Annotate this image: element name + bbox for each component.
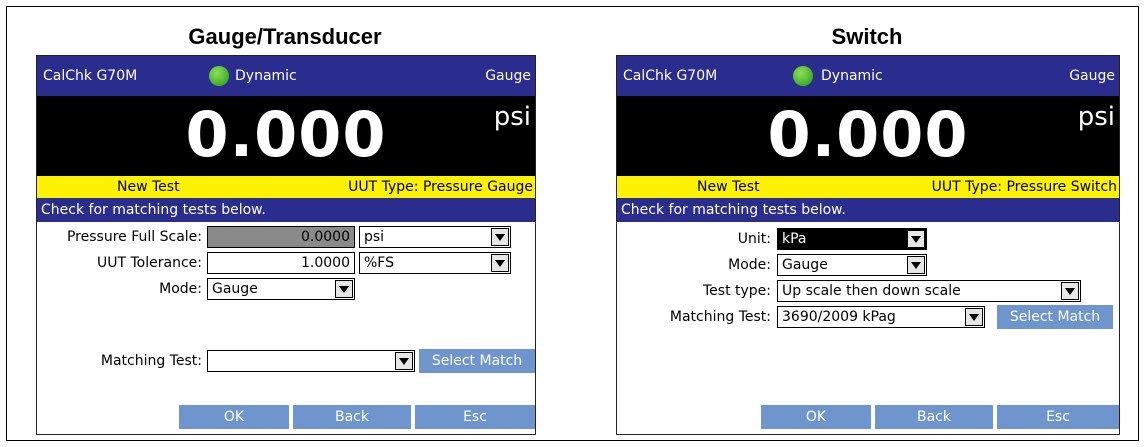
pressure-unit-value: psi xyxy=(364,229,385,245)
form-area: Unit: kPa Mode: Gauge Test type: Up scal… xyxy=(617,222,1119,434)
test-type-label: Test type: xyxy=(702,283,771,299)
dropdown-arrow-icon[interactable] xyxy=(965,308,983,326)
test-status-bar: New Test UUT Type: Pressure Switch xyxy=(617,176,1119,198)
mode-select[interactable]: Gauge xyxy=(777,254,927,276)
new-test-label: New Test xyxy=(117,179,180,195)
status-text: Dynamic xyxy=(235,68,297,84)
dropdown-arrow-icon[interactable] xyxy=(335,280,353,298)
uut-type-label: UUT Type: Pressure Gauge xyxy=(348,179,533,195)
new-test-label: New Test xyxy=(697,179,760,195)
pressure-reading: 0.000 xyxy=(767,98,969,171)
pressure-reading: 0.000 xyxy=(185,98,387,171)
test-type-value: Up scale then down scale xyxy=(782,283,961,299)
unit-select[interactable]: kPa xyxy=(777,228,927,250)
ok-button[interactable]: OK xyxy=(761,405,871,429)
pressure-full-scale-label: Pressure Full Scale: xyxy=(66,229,202,245)
unit-value: kPa xyxy=(782,231,807,247)
tolerance-unit-select[interactable]: %FS xyxy=(359,252,511,274)
select-match-button[interactable]: Select Match xyxy=(997,305,1113,329)
info-bar: Check for matching tests below. xyxy=(37,198,535,222)
pressure-unit-select[interactable]: psi xyxy=(359,226,511,248)
left-panel-heading: Gauge/Transducer xyxy=(188,24,382,49)
esc-button[interactable]: Esc xyxy=(415,405,535,429)
select-match-button[interactable]: Select Match xyxy=(419,349,535,373)
status-text: Dynamic xyxy=(821,68,883,84)
dropdown-arrow-icon[interactable] xyxy=(907,256,925,274)
dropdown-arrow-icon[interactable] xyxy=(907,230,925,248)
mode-select[interactable]: Gauge xyxy=(207,278,355,300)
back-button[interactable]: Back xyxy=(875,405,993,429)
info-text: Check for matching tests below. xyxy=(621,202,846,218)
matching-test-value: 3690/2009 kPag xyxy=(782,309,896,325)
uut-type-label: UUT Type: Pressure Switch xyxy=(931,179,1117,195)
matching-test-select[interactable] xyxy=(207,350,415,372)
esc-button[interactable]: Esc xyxy=(997,405,1119,429)
mode-value: Gauge xyxy=(782,257,828,273)
device-name: CalChk G70M xyxy=(623,68,718,84)
back-button[interactable]: Back xyxy=(293,405,411,429)
matching-test-select[interactable]: 3690/2009 kPag xyxy=(777,306,985,328)
pressure-full-scale-field[interactable]: 0.0000 xyxy=(207,226,355,248)
test-type-select[interactable]: Up scale then down scale xyxy=(777,280,1081,302)
reading-unit: psi xyxy=(493,102,531,132)
status-dot-icon xyxy=(209,66,229,86)
uut-tolerance-field[interactable]: 1.0000 xyxy=(207,252,355,274)
dropdown-arrow-icon[interactable] xyxy=(491,228,509,246)
mode-label: Mode: xyxy=(159,281,202,297)
tolerance-unit-value: %FS xyxy=(364,255,394,271)
ok-button[interactable]: OK xyxy=(179,405,289,429)
status-dot-icon xyxy=(793,66,813,86)
info-text: Check for matching tests below. xyxy=(41,202,266,218)
matching-test-label: Matching Test: xyxy=(100,353,202,369)
form-area: Pressure Full Scale: 0.0000 psi UUT Tole… xyxy=(37,222,535,434)
uut-tolerance-label: UUT Tolerance: xyxy=(97,255,202,271)
device-name: CalChk G70M xyxy=(43,68,138,84)
mode-indicator: Gauge xyxy=(1069,68,1115,84)
left-device-screen: CalChk G70M Dynamic Gauge 0.000 psi New … xyxy=(36,55,536,435)
right-device-screen: CalChk G70M Dynamic Gauge 0.000 psi New … xyxy=(616,55,1120,435)
dropdown-arrow-icon[interactable] xyxy=(1061,282,1079,300)
reading-display: 0.000 psi xyxy=(617,96,1119,176)
matching-test-label: Matching Test: xyxy=(669,309,771,325)
title-bar: CalChk G70M Dynamic Gauge xyxy=(617,56,1119,96)
reading-display: 0.000 psi xyxy=(37,96,535,176)
mode-indicator: Gauge xyxy=(485,68,531,84)
mode-value: Gauge xyxy=(212,281,258,297)
dropdown-arrow-icon[interactable] xyxy=(491,254,509,272)
info-bar: Check for matching tests below. xyxy=(617,198,1119,222)
right-panel-heading: Switch xyxy=(831,24,903,49)
title-bar: CalChk G70M Dynamic Gauge xyxy=(37,56,535,96)
mode-label: Mode: xyxy=(728,257,771,273)
test-status-bar: New Test UUT Type: Pressure Gauge xyxy=(37,176,535,198)
unit-label: Unit: xyxy=(737,231,771,247)
dropdown-arrow-icon[interactable] xyxy=(395,352,413,370)
reading-unit: psi xyxy=(1077,102,1115,132)
